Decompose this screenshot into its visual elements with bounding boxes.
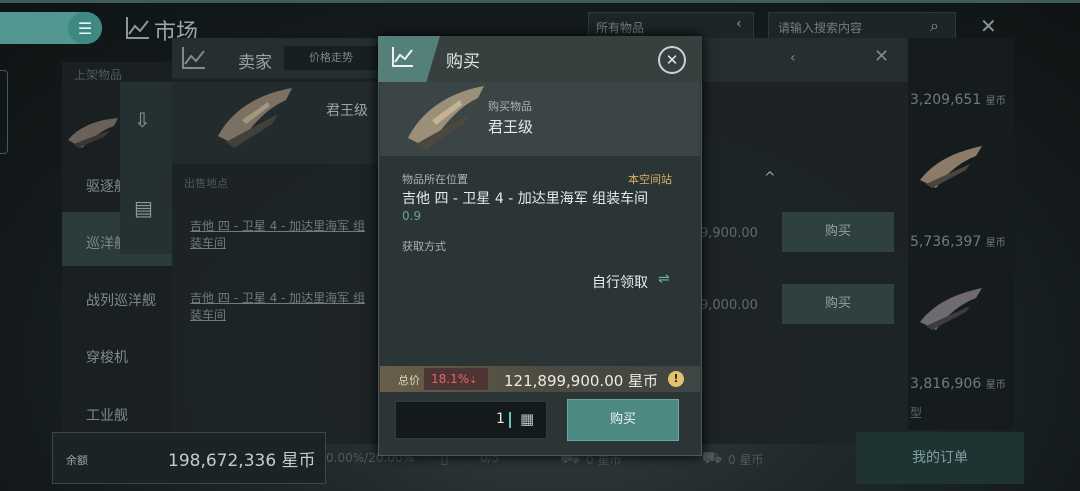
confirm-buy-button[interactable]: 购买 xyxy=(567,399,679,441)
security-status: 0.9 xyxy=(402,209,422,223)
search-icon[interactable]: ⌕ xyxy=(930,16,939,36)
tab-price-trend[interactable]: 价格走势 xyxy=(284,46,378,70)
category-item-industrial[interactable]: 工业舰 xyxy=(86,405,128,425)
balance-value: 198,672,336 星币 xyxy=(168,451,316,471)
close-dialog-button[interactable]: ✕ xyxy=(658,46,686,74)
price-deviation-value: 18.1%⇣ xyxy=(431,372,478,386)
purchase-item-name: 君王级 xyxy=(488,118,534,136)
dialog-title: 购买 xyxy=(446,52,480,72)
calculator-icon[interactable]: ▦ xyxy=(520,410,534,428)
item-location-name: 吉他 四 - 卫星 4 - 加达里海军 组装车间 xyxy=(402,191,649,207)
ship-thumbnail[interactable] xyxy=(916,282,986,334)
text-cursor xyxy=(509,412,511,428)
currency-unit: 星币 xyxy=(985,380,1006,391)
chevron-left-icon[interactable]: ‹ xyxy=(790,50,796,66)
ship-price: 5,736,397 星币 xyxy=(910,234,1006,250)
price-deviation-text: 18.1% xyxy=(431,372,470,386)
side-tab[interactable] xyxy=(0,70,8,154)
ship-price: 3,209,651 星币 xyxy=(910,92,1006,108)
ship-price-value: 3,816,906 xyxy=(910,376,982,392)
currency-unit: 星币 xyxy=(985,96,1006,107)
station-tag: 本空间站 xyxy=(628,173,672,186)
ship-image xyxy=(218,88,292,148)
purchase-item-label: 购买物品 xyxy=(488,100,532,113)
my-orders-button[interactable]: 我的订单 xyxy=(856,432,1024,484)
ship-type-label: 型 xyxy=(910,406,923,420)
menu-icon[interactable]: ☰ xyxy=(68,12,102,44)
ship-price: 3,816,906 星币 xyxy=(910,376,1006,392)
sale-location-header: 出售地点 xyxy=(184,177,228,190)
swap-icon[interactable]: ⇌ xyxy=(658,271,670,287)
acquire-method-value[interactable]: 自行领取 xyxy=(592,272,648,292)
category-item-battlecruiser[interactable]: 战列巡洋舰 xyxy=(86,290,156,310)
document-icon[interactable]: ▤ xyxy=(134,196,153,220)
sale-location-link[interactable]: 吉他 四 - 卫星 4 - 加达里海军 组装车间 xyxy=(190,290,370,324)
cart-icon: ⛟ xyxy=(702,448,723,467)
order-price: 9,000.00 xyxy=(700,298,758,313)
total-price-value: 121,899,900.00 星币 xyxy=(504,372,659,390)
ship-image xyxy=(408,86,484,150)
sale-location-link[interactable]: 吉他 四 - 卫星 4 - 加达里海军 组装车间 xyxy=(190,218,370,252)
pending-amount: 0 星币 xyxy=(728,453,764,467)
balance-label: 余额 xyxy=(66,454,88,467)
close-icon[interactable]: ✕ xyxy=(980,14,997,38)
total-price-label: 总价 xyxy=(398,374,420,387)
chevron-left-icon[interactable]: ‹ xyxy=(736,16,742,32)
ship-price-value: 3,209,651 xyxy=(910,92,982,108)
search-placeholder: 请输入搜索内容 xyxy=(778,21,863,35)
chart-icon xyxy=(182,47,205,69)
acquire-method-label: 获取方式 xyxy=(402,240,446,253)
seller-ship-name: 君王级 xyxy=(326,103,368,119)
arrow-down-icon: ⇣ xyxy=(469,375,478,386)
seller-title: 卖家 xyxy=(238,53,272,73)
chart-icon xyxy=(392,47,413,67)
cart-download-icon[interactable]: ⇩ xyxy=(134,108,151,132)
close-icon[interactable]: ✕ xyxy=(874,46,889,67)
chevron-up-icon[interactable]: ^ xyxy=(764,170,776,186)
item-filter-value: 所有物品 xyxy=(596,21,645,35)
ship-thumbnail[interactable] xyxy=(64,110,124,154)
item-location-label: 物品所在位置 xyxy=(402,173,468,186)
ship-thumbnail[interactable] xyxy=(916,140,986,192)
category-item-shuttle[interactable]: 穿梭机 xyxy=(86,347,128,367)
quantity-value: 1 xyxy=(496,411,505,427)
market-chart-icon xyxy=(126,17,149,39)
ship-price-value: 5,736,397 xyxy=(910,234,982,250)
buy-button[interactable]: 购买 xyxy=(782,212,894,252)
order-price: 9,900.00 xyxy=(700,226,758,241)
currency-unit: 星币 xyxy=(985,238,1006,249)
listed-items-header: 上架物品 xyxy=(74,68,123,82)
top-accent-line xyxy=(0,0,1080,3)
warning-icon[interactable]: ! xyxy=(668,371,684,387)
buy-button[interactable]: 购买 xyxy=(782,284,894,324)
